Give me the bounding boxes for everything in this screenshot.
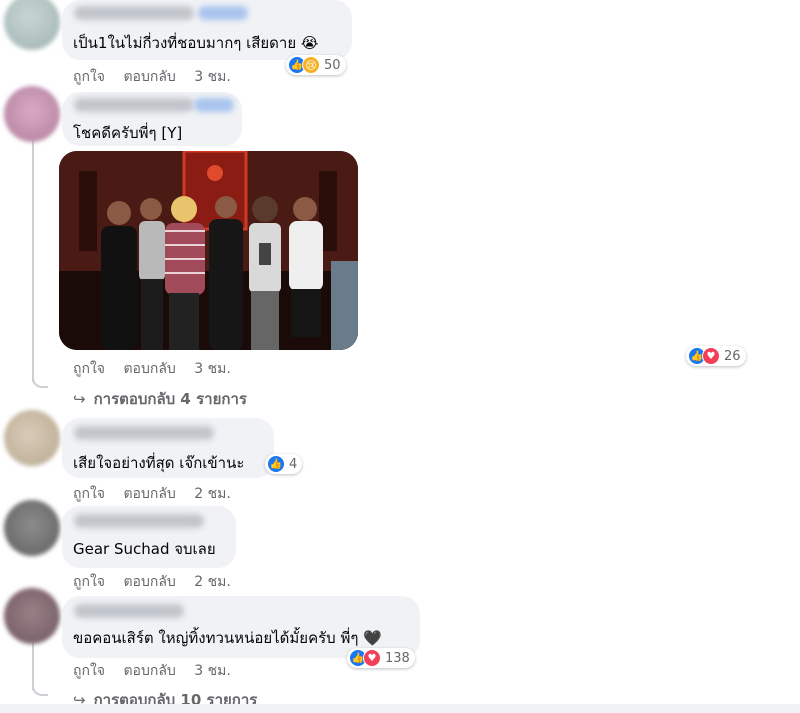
band-photo[interactable] — [59, 151, 358, 350]
reaction-count: 4 — [289, 456, 298, 472]
sad-icon: 😢 — [302, 56, 320, 74]
thread-elbow — [32, 682, 48, 696]
like-icon: 👍 — [267, 455, 285, 473]
love-icon: ♥ — [702, 347, 720, 365]
comment-actions: ถูกใจ ตอบกลับ 3 ชม. — [73, 358, 231, 380]
like-button[interactable]: ถูกใจ — [73, 574, 105, 590]
reaction-summary[interactable]: 👍 ♥ 138 — [347, 648, 415, 668]
reaction-summary[interactable]: 👍 4 — [265, 454, 303, 474]
replies-count-label: การตอบกลับ 4 รายการ — [93, 390, 247, 408]
timestamp[interactable]: 3 ชม. — [194, 69, 231, 85]
reply-button[interactable]: ตอบกลับ — [123, 486, 175, 502]
timestamp[interactable]: 3 ชม. — [194, 663, 231, 679]
timestamp[interactable]: 2 ชม. — [194, 486, 231, 502]
commenter-name-link[interactable] — [198, 6, 248, 20]
reaction-count: 50 — [324, 57, 341, 73]
avatar[interactable] — [4, 410, 60, 466]
like-button[interactable]: ถูกใจ — [73, 361, 105, 377]
thread-line — [32, 140, 34, 382]
commenter-name-link[interactable] — [194, 98, 234, 112]
like-button[interactable]: ถูกใจ — [73, 486, 105, 502]
reply-button[interactable]: ตอบกลับ — [123, 361, 175, 377]
comment-text: เป็น1ในไม่กี่วงที่ชอบมากๆ เสียดาย 😭 — [73, 34, 319, 52]
comment-text: Gear Suchad จบเลย — [73, 540, 216, 558]
avatar[interactable] — [4, 500, 60, 556]
reaction-summary[interactable]: 👍 ♥ 26 — [686, 346, 746, 366]
comment-text: โชคดีครับพี่ๆ [Y] — [73, 124, 183, 142]
comment-actions: ถูกใจ ตอบกลับ 2 ชม. — [73, 571, 231, 593]
reply-button[interactable]: ตอบกลับ — [123, 663, 175, 679]
like-button[interactable]: ถูกใจ — [73, 663, 105, 679]
reaction-count: 26 — [724, 348, 741, 364]
comment-actions: ถูกใจ ตอบกลับ 3 ชม. — [73, 66, 231, 88]
reply-arrow-icon: ↪ — [73, 390, 86, 408]
avatar[interactable] — [4, 588, 60, 644]
commenter-name[interactable] — [74, 514, 204, 528]
thread-elbow — [32, 374, 48, 388]
love-icon: ♥ — [363, 649, 381, 667]
like-button[interactable]: ถูกใจ — [73, 69, 105, 85]
reply-button[interactable]: ตอบกลับ — [123, 574, 175, 590]
page-bottom-divider — [0, 704, 800, 713]
reaction-summary[interactable]: 👍 😢 50 — [286, 55, 346, 75]
comment-actions: ถูกใจ ตอบกลับ 2 ชม. — [73, 483, 231, 505]
commenter-name[interactable] — [74, 98, 194, 112]
avatar[interactable] — [4, 86, 60, 142]
commenter-name[interactable] — [74, 426, 214, 440]
band-photo-image — [59, 151, 358, 350]
commenter-name[interactable] — [74, 604, 184, 618]
view-replies-link[interactable]: ↪ การตอบกลับ 4 รายการ — [73, 387, 247, 411]
comment-text: ขอคอนเสิร์ต ใหญ่ทิ้งทวนหน่อยได้มั้ยครับ … — [73, 629, 382, 647]
commenter-name[interactable] — [74, 6, 194, 20]
comment-bubble — [62, 506, 236, 568]
comment-text: เสียใจอย่างที่สุด เจ๊กเข้านะ — [73, 454, 245, 472]
timestamp[interactable]: 2 ชม. — [194, 574, 231, 590]
reply-button[interactable]: ตอบกลับ — [123, 69, 175, 85]
comment-actions: ถูกใจ ตอบกลับ 3 ชม. — [73, 660, 231, 682]
avatar[interactable] — [4, 0, 60, 50]
timestamp[interactable]: 3 ชม. — [194, 361, 231, 377]
reaction-count: 138 — [385, 650, 410, 666]
